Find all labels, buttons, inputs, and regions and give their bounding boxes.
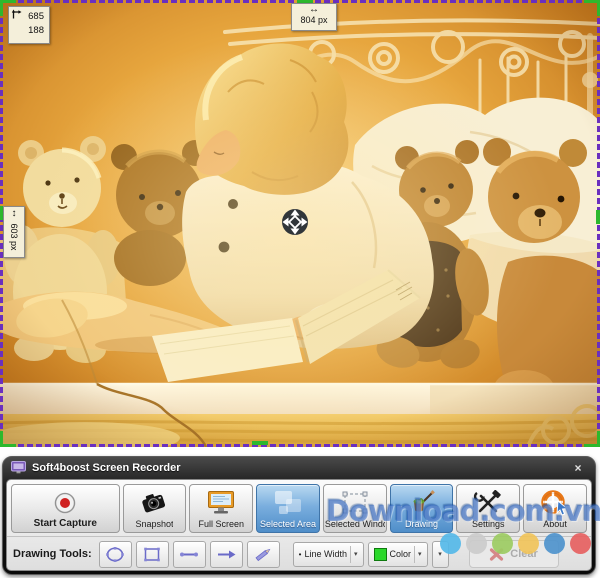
selection-handle-right[interactable] — [596, 210, 600, 224]
app-icon — [11, 461, 26, 474]
width-value: 804 px — [300, 15, 327, 25]
line-icon — [178, 546, 200, 563]
drawing-label: Drawing — [405, 519, 438, 529]
chevron-down-icon: ▾ — [350, 546, 361, 563]
selected-area-label: Selected Area — [260, 519, 316, 529]
pencil-icon — [252, 546, 274, 563]
chevron-down-icon: ▾ — [414, 546, 425, 563]
clear-label: Clear — [510, 548, 538, 560]
color-label: Color — [390, 549, 412, 559]
chevron-down-icon: ▾ — [438, 550, 442, 558]
line-width-label: Line Width — [304, 549, 347, 559]
line-width-dropdown[interactable]: • Line Width ▾ — [293, 542, 364, 567]
rectangle-icon — [141, 546, 163, 563]
vertical-arrow-icon: ↕ — [12, 209, 17, 219]
close-icon[interactable]: × — [570, 461, 586, 475]
corner-arrows-icon — [11, 9, 22, 20]
arrow-tool-button[interactable] — [210, 541, 243, 568]
settings-button[interactable]: Settings — [456, 484, 520, 533]
move-cursor-icon[interactable] — [280, 207, 310, 237]
horizontal-arrow-icon: ↔ — [292, 5, 336, 15]
selection-width-label: ↔ 804 px — [291, 3, 337, 31]
snapshot-button[interactable]: Snapshot — [123, 484, 187, 533]
selection-height-label: ↕ 603 px — [3, 206, 25, 258]
drawing-tools-label: Drawing Tools: — [13, 548, 92, 560]
selection-handle-bottom-right[interactable] — [584, 431, 600, 447]
selection-handle-top-right[interactable] — [584, 0, 600, 16]
recorder-window: Soft4boost Screen Recorder × Start Captu… — [2, 456, 596, 575]
drawing-button[interactable]: Drawing — [390, 484, 454, 533]
ellipse-icon — [104, 546, 126, 563]
about-button[interactable]: About — [523, 484, 587, 533]
record-icon — [52, 489, 78, 517]
selected-window-label: Selected Window — [325, 519, 385, 529]
capture-toolbar: Start Capture Snapsho — [7, 480, 591, 537]
color-dropdown[interactable]: Color ▾ — [368, 542, 428, 567]
ellipse-tool-button[interactable] — [99, 541, 132, 568]
full-screen-label: Full Screen — [198, 519, 244, 529]
titlebar[interactable]: Soft4boost Screen Recorder × — [3, 457, 595, 478]
tools-icon — [473, 489, 503, 517]
arrow-icon — [215, 546, 237, 563]
start-capture-label: Start Capture — [34, 518, 97, 529]
selection-handle-bottom[interactable] — [252, 441, 268, 445]
window-frame-icon — [340, 489, 370, 517]
selection-x-value: 685 — [28, 11, 44, 23]
color-swatch — [374, 548, 387, 561]
camera-icon — [139, 489, 169, 517]
height-value: 603 px — [9, 223, 19, 250]
monitor-icon — [206, 489, 236, 517]
color-extra-dropdown[interactable]: ▾ — [432, 541, 449, 568]
drawing-tools-bar: Drawing Tools: — [7, 537, 591, 571]
clear-x-icon — [489, 548, 504, 561]
full-screen-button[interactable]: Full Screen — [189, 484, 253, 533]
line-width-bullet: • — [299, 550, 302, 559]
snapshot-label: Snapshot — [135, 519, 173, 529]
start-capture-button[interactable]: Start Capture — [11, 484, 120, 533]
selected-area-button[interactable]: Selected Area — [256, 484, 320, 533]
line-tool-button[interactable] — [173, 541, 206, 568]
window-content: Start Capture Snapsho — [6, 479, 592, 571]
selected-window-button[interactable]: Selected Window — [323, 484, 387, 533]
selection-y-value: 188 — [28, 25, 44, 37]
clear-button[interactable]: Clear — [469, 540, 559, 568]
settings-label: Settings — [472, 519, 505, 529]
selection-area-icon — [273, 489, 303, 517]
selection-coords-tooltip: 685 188 — [8, 6, 50, 44]
selection-handle-bottom-left[interactable] — [0, 431, 16, 447]
rectangle-tool-button[interactable] — [136, 541, 169, 568]
pencil-tool-button[interactable] — [247, 541, 280, 568]
window-title: Soft4boost Screen Recorder — [32, 462, 564, 474]
about-label: About — [543, 519, 567, 529]
capture-region: 685 188 ↔ 804 px ↕ 603 px — [0, 0, 600, 447]
lifebuoy-icon — [540, 489, 570, 517]
palette-icon — [407, 489, 437, 517]
